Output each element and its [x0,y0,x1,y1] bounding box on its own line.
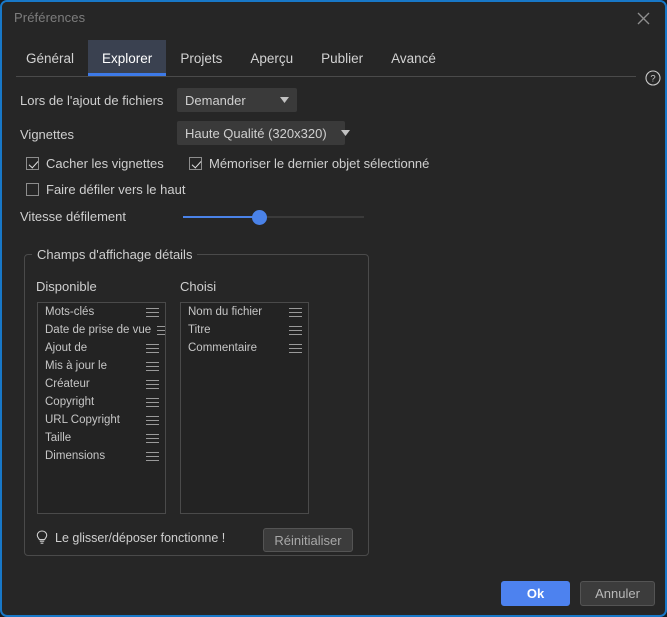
list-item-label: Dimensions [45,450,106,462]
checkbox-label: Cacher les vignettes [46,156,164,171]
list-item[interactable]: Créateur [38,375,165,393]
drag-handle-icon[interactable] [157,325,165,336]
close-icon[interactable] [629,7,657,29]
list-item-label: Créateur [45,378,90,390]
drag-handle-icon[interactable] [146,307,159,318]
drag-handle-icon[interactable] [146,343,159,354]
list-item[interactable]: Dimensions [38,447,165,465]
list-item-label: Mis à jour le [45,360,107,372]
drag-handle-icon[interactable] [289,343,302,354]
tab-separator [16,76,636,77]
chosen-listbox[interactable]: Nom du fichier Titre Commentaire [180,302,309,514]
details-fields-group-title: Champs d'affichage détails [32,247,198,262]
chevron-down-icon [327,130,350,136]
reset-button[interactable]: Réinitialiser [263,528,353,552]
list-item-label: Date de prise de vue [45,324,152,336]
ok-button[interactable]: Ok [501,581,570,606]
available-listbox[interactable]: Mots-clés Date de prise de vue Ajout de … [37,302,166,514]
add-files-dropdown[interactable]: Demander [177,88,297,112]
list-item-label: Mots-clés [45,306,95,318]
chevron-down-icon [266,97,289,103]
tab-projets[interactable]: Projets [166,40,236,76]
list-item[interactable]: URL Copyright [38,411,165,429]
checkbox-label: Faire défiler vers le haut [46,182,186,197]
preferences-dialog: Préférences Général Explorer Projets Ape… [0,0,667,617]
drag-handle-icon[interactable] [289,307,302,318]
drag-drop-hint: Le glisser/déposer fonctionne ! [36,530,225,545]
tab-avance[interactable]: Avancé [377,40,450,76]
drag-handle-icon[interactable] [146,415,159,426]
slider-handle[interactable] [252,210,267,225]
list-item[interactable]: Nom du fichier [181,303,308,321]
list-item-label: Taille [45,432,72,444]
help-circle-icon[interactable]: ? [645,70,661,86]
checkbox-box [26,183,39,196]
thumbnails-label: Vignettes [20,127,74,142]
drag-handle-icon[interactable] [146,361,159,372]
window-title: Préférences [14,10,86,25]
scroll-speed-label: Vitesse défilement [20,209,126,224]
drag-handle-icon[interactable] [146,451,159,462]
list-item-label: Copyright [45,396,95,408]
checkbox-box [26,157,39,170]
svg-text:?: ? [650,74,655,85]
checkbox-label: Mémoriser le dernier objet sélectionné [209,156,430,171]
chosen-column-header: Choisi [180,279,217,294]
add-files-value: Demander [185,92,246,108]
tab-bar: Général Explorer Projets Aperçu Publier … [2,40,450,76]
lightbulb-icon [36,530,48,545]
thumbnails-value: Haute Qualité (320x320) [185,125,327,141]
list-item[interactable]: Copyright [38,393,165,411]
drag-handle-icon[interactable] [289,325,302,336]
available-column-header: Disponible [36,279,97,294]
checkbox-remember-last-object[interactable]: Mémoriser le dernier objet sélectionné [189,156,429,171]
list-item[interactable]: Commentaire [181,339,308,357]
title-bar: Préférences [2,2,665,34]
tab-publier[interactable]: Publier [307,40,377,76]
list-item-label: Commentaire [188,342,258,354]
tab-explorer[interactable]: Explorer [88,40,167,76]
checkbox-hide-thumbnails[interactable]: Cacher les vignettes [26,156,164,171]
drag-handle-icon[interactable] [146,397,159,408]
tab-apercu[interactable]: Aperçu [236,40,307,76]
drag-handle-icon[interactable] [146,379,159,390]
list-item-label: Titre [188,324,211,336]
scroll-speed-slider[interactable] [183,208,364,226]
list-item-label: Nom du fichier [188,306,263,318]
list-item[interactable]: Mis à jour le [38,357,165,375]
drag-drop-hint-text: Le glisser/déposer fonctionne ! [55,530,226,545]
thumbnails-dropdown[interactable]: Haute Qualité (320x320) [177,121,350,145]
list-item[interactable]: Taille [38,429,165,447]
checkbox-scroll-to-top[interactable]: Faire défiler vers le haut [26,182,185,197]
list-item[interactable]: Titre [181,321,308,339]
list-item[interactable]: Date de prise de vue [38,321,165,339]
list-item[interactable]: Mots-clés [38,303,165,321]
list-item[interactable]: Ajout de [38,339,165,357]
add-files-label: Lors de l'ajout de fichiers [20,93,164,108]
checkbox-box [189,157,202,170]
list-item-label: URL Copyright [45,414,120,426]
drag-handle-icon[interactable] [146,433,159,444]
cancel-button[interactable]: Annuler [580,581,655,606]
list-item-label: Ajout de [45,342,88,354]
tab-general[interactable]: Général [12,40,88,76]
slider-fill [183,216,260,218]
